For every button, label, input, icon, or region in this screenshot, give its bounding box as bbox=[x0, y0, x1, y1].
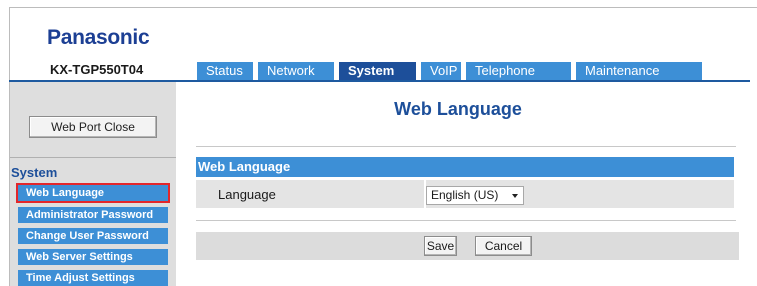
tab-network[interactable]: Network bbox=[258, 62, 334, 80]
page-title: Web Language bbox=[394, 99, 522, 119]
tab-telephone[interactable]: Telephone bbox=[466, 62, 571, 80]
language-select-value: English (US) bbox=[431, 188, 499, 202]
sidebar-item-time-adjust-settings[interactable]: Time Adjust Settings bbox=[18, 270, 168, 286]
cancel-button[interactable]: Cancel bbox=[475, 236, 532, 256]
tab-maintenance[interactable]: Maintenance bbox=[576, 62, 702, 80]
form-divider bbox=[196, 220, 736, 221]
sidebar-item-web-server-settings[interactable]: Web Server Settings bbox=[18, 249, 168, 265]
tab-system[interactable]: System bbox=[339, 62, 416, 80]
language-label: Language bbox=[218, 187, 276, 202]
sidebar-item-change-user-password[interactable]: Change User Password bbox=[18, 228, 168, 244]
tab-status[interactable]: Status bbox=[197, 62, 253, 80]
save-button[interactable]: Save bbox=[424, 236, 457, 256]
section-header: Web Language bbox=[196, 157, 734, 177]
sidebar-section-title: System bbox=[11, 165, 58, 180]
tab-voip[interactable]: VoIP bbox=[421, 62, 461, 80]
model-name: KX-TGP550T04 bbox=[50, 62, 144, 77]
sidebar-item-web-language[interactable]: Web Language bbox=[16, 183, 170, 203]
title-divider bbox=[196, 146, 736, 147]
panasonic-logo: Panasonic bbox=[47, 26, 150, 49]
chevron-down-icon bbox=[512, 194, 518, 198]
sidebar-item-administrator-password[interactable]: Administrator Password bbox=[18, 207, 168, 223]
language-select[interactable]: English (US) bbox=[426, 186, 524, 205]
web-port-close-button[interactable]: Web Port Close bbox=[29, 116, 157, 138]
button-bar bbox=[196, 232, 739, 260]
sidebar-divider bbox=[10, 157, 176, 158]
main-tabs: Status Network System VoIP Telephone Mai… bbox=[197, 62, 707, 80]
